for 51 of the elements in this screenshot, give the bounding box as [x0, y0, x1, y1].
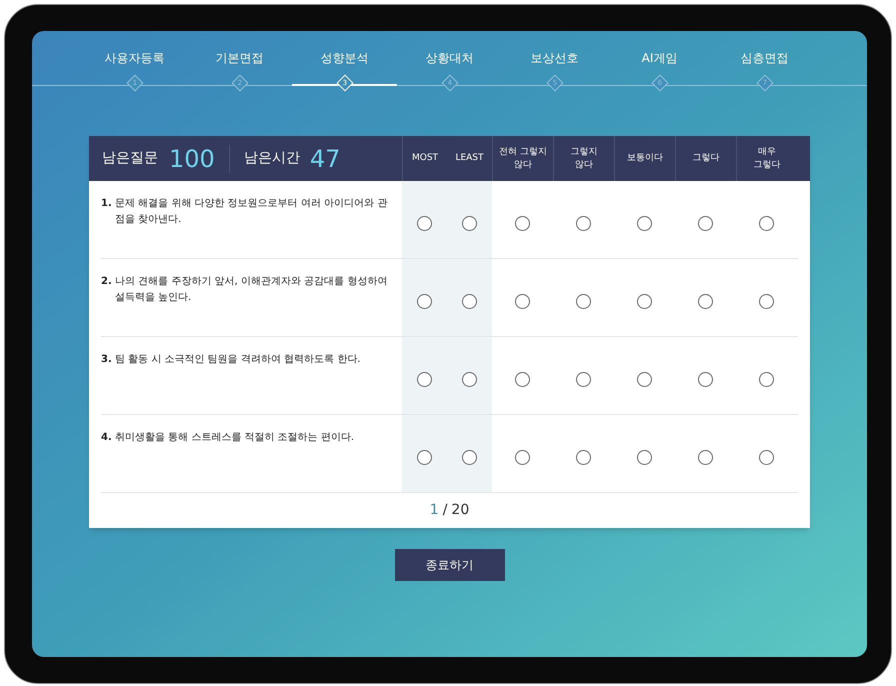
- total-pages: 20: [451, 501, 470, 520]
- radio-button[interactable]: [417, 450, 432, 465]
- question-text: 취미생활을 통해 스트레스를 적절히 조절하는 편이다.: [115, 431, 354, 445]
- question-number: 2.: [101, 275, 113, 289]
- radio-button[interactable]: [759, 372, 774, 387]
- column-heading: 매우 그렇다: [754, 146, 780, 172]
- radio-button[interactable]: [759, 450, 774, 465]
- radio-button[interactable]: [637, 216, 652, 231]
- radio-button[interactable]: [515, 450, 530, 465]
- question-text: 나의 견해를 주장하기 앞서, 이해관계자와 공감대를 형성하여 설득력을 높인다.: [115, 275, 388, 305]
- question-text: 팀 활동 시 소극적인 팀원을 격려하여 협력하도록 한다.: [115, 353, 360, 367]
- column-heading: MOST: [412, 152, 438, 165]
- page-separator: /: [442, 501, 448, 520]
- column-heading: 그렇지 않다: [570, 146, 598, 172]
- radio-button[interactable]: [698, 372, 713, 387]
- remaining-time-label: 남은시간: [244, 149, 300, 168]
- radio-button[interactable]: [637, 450, 652, 465]
- radio-button[interactable]: [637, 294, 652, 309]
- remaining-questions-count: 100: [169, 144, 215, 174]
- radio-button[interactable]: [515, 216, 530, 231]
- radio-button[interactable]: [637, 372, 652, 387]
- radio-button[interactable]: [417, 216, 432, 231]
- question-number: 3.: [101, 353, 113, 367]
- finish-button[interactable]: 종료하기: [394, 549, 504, 581]
- radio-button[interactable]: [576, 450, 591, 465]
- question-text: 문제 해결을 위해 다양한 정보원으로부터 여러 아이디어와 관점을 찾아낸다.: [115, 197, 388, 227]
- column-heading: LEAST: [455, 152, 484, 165]
- radio-button[interactable]: [698, 450, 713, 465]
- radio-button[interactable]: [698, 216, 713, 231]
- column-heading: 전혀 그렇지 않다: [499, 146, 547, 172]
- question-number: 4.: [101, 431, 113, 445]
- radio-button[interactable]: [417, 372, 432, 387]
- radio-button[interactable]: [462, 372, 477, 387]
- radio-button[interactable]: [462, 216, 477, 231]
- question-number: 1.: [101, 197, 113, 211]
- remaining-questions-label: 남은질문: [102, 149, 158, 168]
- current-page: 1: [430, 501, 439, 520]
- column-heading: 보통이다: [627, 152, 663, 165]
- radio-button[interactable]: [759, 294, 774, 309]
- radio-button[interactable]: [698, 294, 713, 309]
- radio-button[interactable]: [576, 372, 591, 387]
- radio-button[interactable]: [515, 294, 530, 309]
- column-heading: 그렇다: [692, 152, 720, 165]
- remaining-time-count: 47: [310, 144, 340, 174]
- radio-button[interactable]: [462, 450, 477, 465]
- radio-button[interactable]: [515, 372, 530, 387]
- radio-button[interactable]: [462, 294, 477, 309]
- radio-button[interactable]: [576, 216, 591, 231]
- radio-button[interactable]: [576, 294, 591, 309]
- radio-button[interactable]: [759, 216, 774, 231]
- radio-button[interactable]: [417, 294, 432, 309]
